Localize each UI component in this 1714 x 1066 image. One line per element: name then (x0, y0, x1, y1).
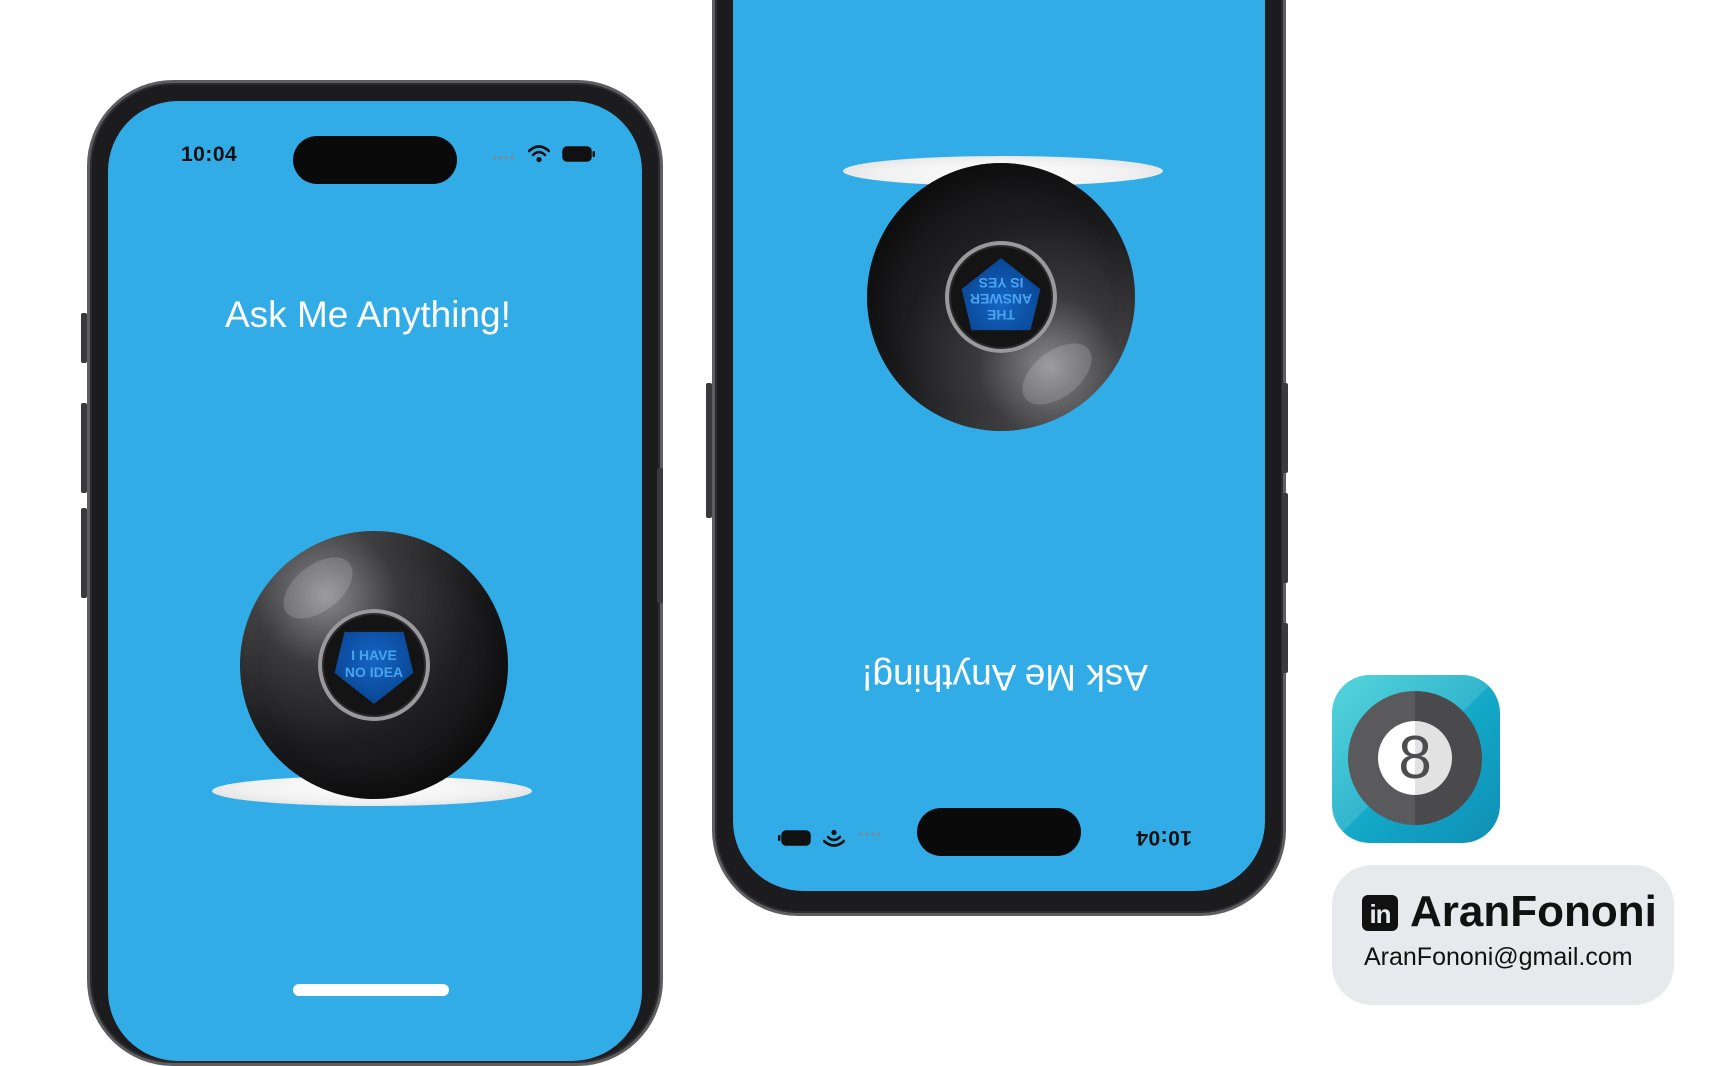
answer-window: I HAVE NO IDEA (318, 609, 430, 721)
magic-8-ball[interactable]: THE ANSWER IS YES (867, 163, 1135, 431)
answer-line: ANSWER (969, 291, 1033, 307)
answer-window: THE ANSWER IS YES (945, 241, 1057, 353)
contact-card: in AranFononi AranFononi@gmail.com (1332, 865, 1674, 1005)
action-button (1282, 623, 1288, 673)
home-indicator[interactable] (293, 984, 449, 996)
magic-8-ball[interactable]: I HAVE NO IDEA (240, 531, 508, 799)
screen: 10:04 •••• Ask Me Anything! I HAVE NO ID… (108, 101, 642, 1061)
status-time: 10:04 (1135, 826, 1192, 849)
answer-line: I HAVE (351, 647, 397, 663)
linkedin-icon[interactable]: in (1362, 895, 1398, 931)
dynamic-island (917, 808, 1081, 856)
wifi-icon (823, 829, 845, 847)
battery-icon (778, 830, 811, 846)
screen-rotated: 10:04 •••• Ask Me Anything! THE ANSWER I… (733, 0, 1265, 891)
phone-left: 10:04 •••• Ask Me Anything! I HAVE NO ID… (81, 80, 663, 1066)
status-time: 10:04 (181, 143, 238, 166)
wifi-icon (528, 145, 550, 163)
answer-line: IS YES (978, 275, 1024, 291)
action-button (81, 313, 87, 363)
volume-up-button (81, 403, 87, 493)
phone-right: 10:04 •••• Ask Me Anything! THE ANSWER I… (706, 0, 1288, 916)
eight-glyph: 8 (1378, 721, 1452, 795)
answer-text: I HAVE NO IDEA (326, 647, 422, 681)
volume-up-button (1282, 383, 1288, 473)
contact-name: AranFononi (1410, 887, 1657, 936)
battery-icon (562, 146, 595, 162)
cellular-signal-icon: •••• (492, 149, 516, 165)
side-button (706, 383, 712, 518)
side-button (657, 468, 663, 603)
volume-down-button (1282, 493, 1288, 583)
dynamic-island (293, 136, 457, 184)
answer-line: NO IDEA (344, 664, 404, 680)
app-icon: 8 (1332, 675, 1500, 843)
volume-down-button (81, 508, 87, 598)
app-title: Ask Me Anything! (862, 657, 1148, 698)
contact-email[interactable]: AranFononi@gmail.com (1364, 943, 1633, 972)
cellular-signal-icon: •••• (857, 827, 881, 843)
eight-ball-icon: 8 (1348, 691, 1482, 825)
app-title: Ask Me Anything! (225, 294, 511, 335)
answer-line: THE (987, 307, 1015, 323)
answer-text: THE ANSWER IS YES (953, 275, 1049, 323)
